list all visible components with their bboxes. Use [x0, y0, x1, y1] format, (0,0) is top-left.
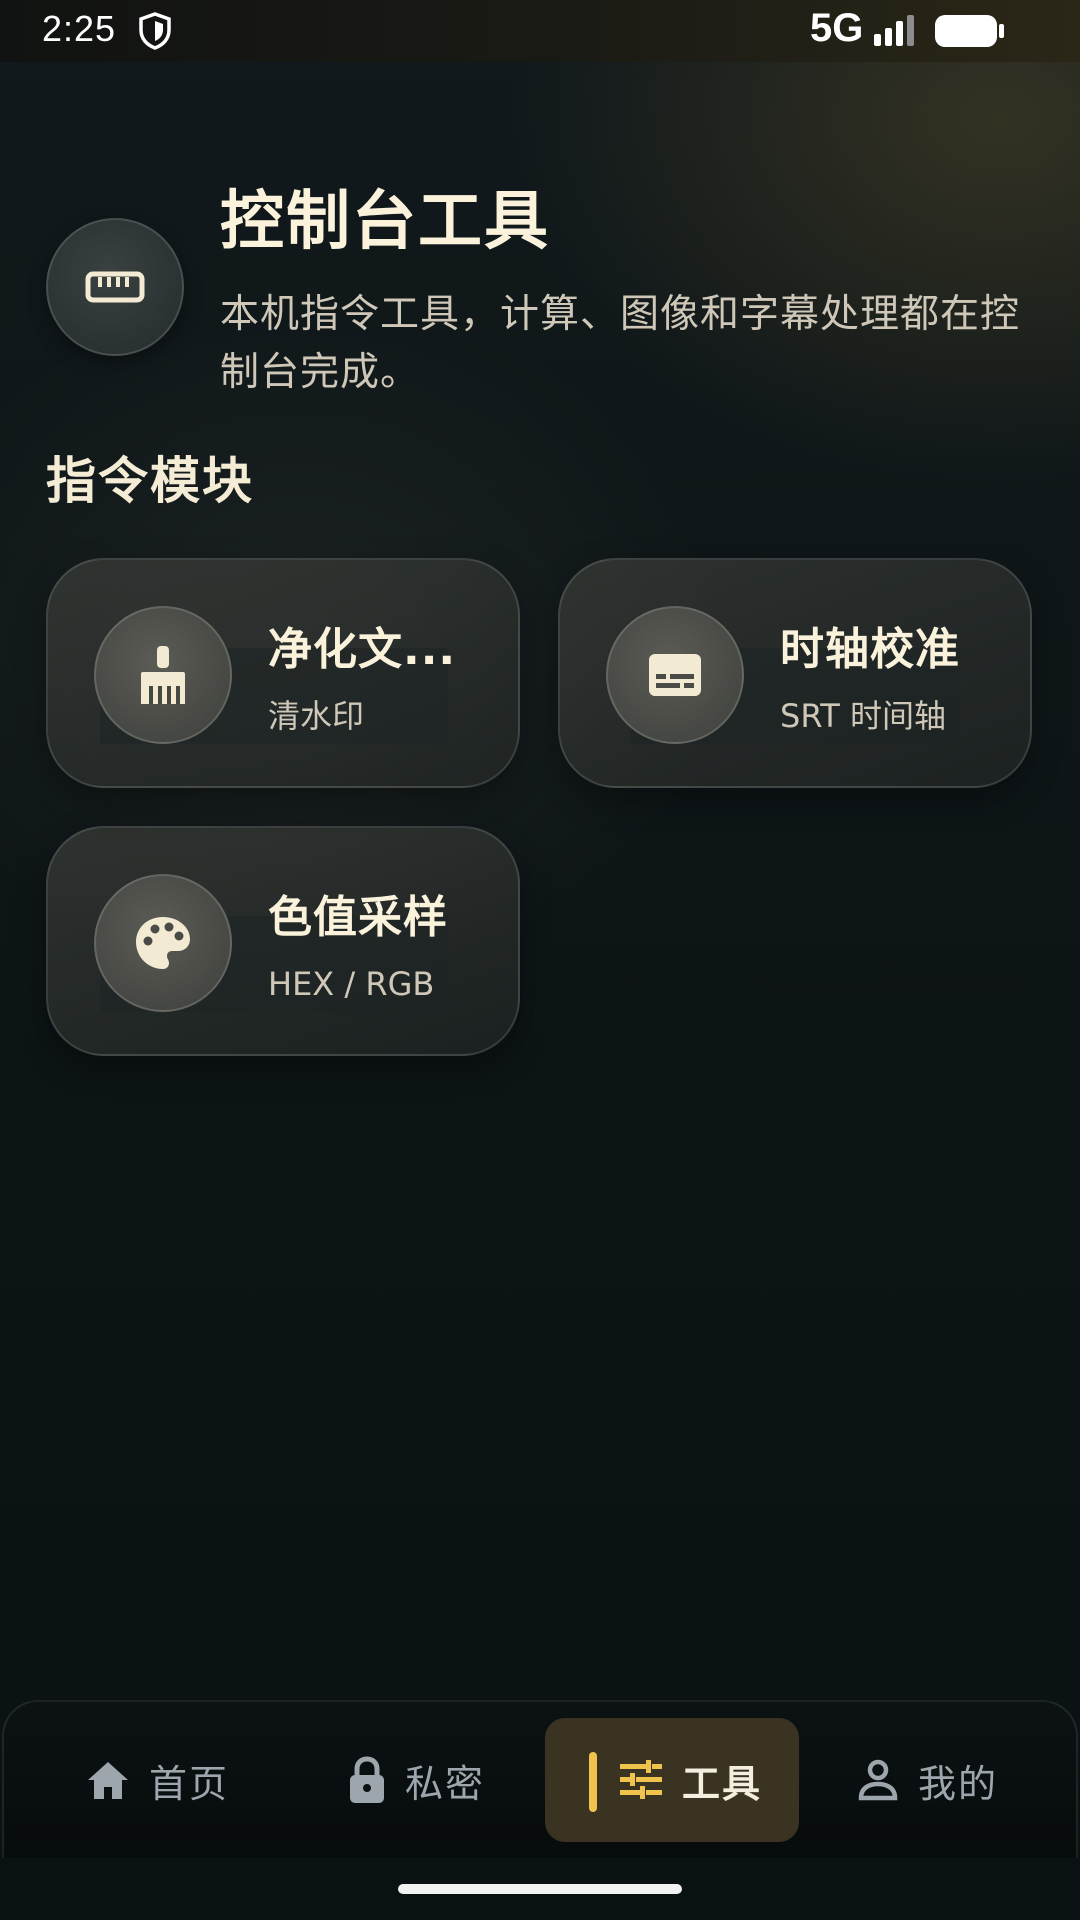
lock-icon	[349, 1756, 384, 1803]
card-subtitle-timing[interactable]: 时轴校准 SRT 时间轴	[558, 558, 1032, 788]
card-title: 时轴校准	[780, 624, 960, 675]
page-subtitle: 本机指令工具，计算、图像和字幕处理都在控制台完成。	[220, 292, 1021, 395]
nav-item-home[interactable]: 首页	[44, 1718, 270, 1842]
card-icon-badge	[94, 606, 232, 744]
nav-item-private[interactable]: 私密	[300, 1718, 532, 1842]
broom-icon	[141, 646, 185, 704]
card-icon-badge	[606, 606, 744, 744]
card-subtitle: HEX / RGB	[268, 965, 435, 1003]
battery-icon	[935, 15, 1004, 47]
status-time: 2:25	[42, 8, 117, 49]
palette-icon	[136, 917, 190, 969]
network-type: 5G	[810, 6, 864, 50]
gesture-area	[0, 1858, 1080, 1920]
page-title: 控制台工具	[220, 185, 550, 259]
signal-icon	[874, 15, 914, 46]
home-gesture-bar[interactable]	[398, 1884, 682, 1894]
active-indicator	[589, 1752, 597, 1812]
ruler-icon	[85, 271, 145, 303]
nav-item-label: 我的	[917, 1761, 998, 1806]
card-title: 净化文...	[268, 624, 457, 675]
card-icon-badge	[94, 874, 232, 1012]
sliders-icon	[619, 1760, 662, 1799]
card-color-sampler[interactable]: 色值采样 HEX / RGB	[46, 826, 520, 1056]
nav-item-profile[interactable]: 我的	[814, 1718, 1040, 1842]
bottom-nav: 首页 私密 工具 我的	[2, 1700, 1078, 1858]
card-clean-watermark[interactable]: 净化文... 清水印	[46, 558, 520, 788]
card-title: 色值采样	[268, 892, 448, 943]
nav-item-label: 首页	[148, 1761, 229, 1806]
header-icon-badge	[46, 218, 184, 356]
nav-item-label: 工具	[681, 1761, 762, 1806]
home-icon	[87, 1762, 128, 1799]
card-subtitle: SRT 时间轴	[780, 697, 946, 735]
section-title: 指令模块	[46, 452, 254, 510]
nav-item-label: 私密	[404, 1761, 485, 1806]
subtitles-icon	[649, 654, 701, 696]
card-subtitle: 清水印	[268, 697, 365, 735]
nav-item-tools[interactable]: 工具	[545, 1718, 799, 1842]
status-bar: 2:25 5G	[0, 0, 1080, 62]
person-icon	[858, 1759, 898, 1801]
shield-icon	[139, 12, 171, 50]
